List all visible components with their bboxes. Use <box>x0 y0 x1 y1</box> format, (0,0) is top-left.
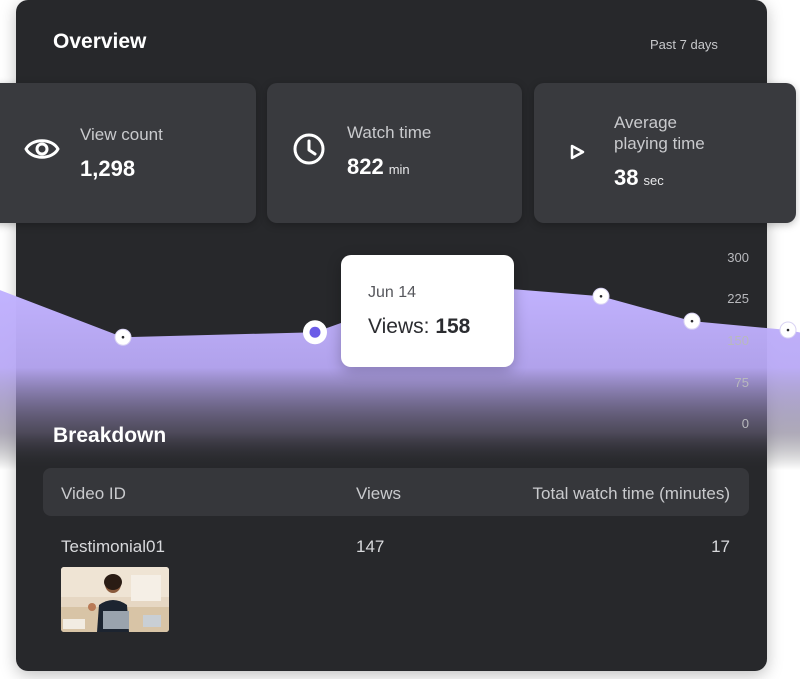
video-id-cell: Testimonial01 <box>61 537 165 556</box>
y-tick-label: 300 <box>727 250 749 265</box>
table-header: Video ID Views Total watch time (minutes… <box>43 468 749 516</box>
chart-tooltip: Jun 14 Views: 158 <box>341 255 514 367</box>
column-header-video-id[interactable]: Video ID <box>61 484 126 504</box>
column-header-watch-time[interactable]: Total watch time (minutes) <box>533 484 730 504</box>
y-tick-label: 150 <box>727 333 749 348</box>
video-thumbnail[interactable] <box>61 567 169 632</box>
tooltip-views: Views: 158 <box>368 315 471 338</box>
stat-unit: min <box>388 162 410 177</box>
stat-card-watch-time: Watch time 822 min <box>267 83 522 223</box>
y-tick-label: 75 <box>734 375 749 390</box>
column-header-views[interactable]: Views <box>356 484 401 504</box>
stat-label: Watch time <box>347 123 432 142</box>
data-point-center <box>690 319 694 323</box>
stat-card-average-playing-time: Average playing time 38 sec <box>534 83 796 223</box>
stat-card-view-count: View count 1,298 <box>0 83 256 223</box>
stat-label: Average playing time <box>614 113 705 153</box>
stat-value: 38 sec <box>614 165 664 190</box>
stat-value: 1,298 <box>80 156 136 181</box>
clock-icon <box>292 132 326 171</box>
eye-icon <box>24 135 60 168</box>
tooltip-date: Jun 14 <box>368 284 417 301</box>
play-icon <box>568 143 586 166</box>
views-cell: 147 <box>356 537 385 556</box>
data-point-center <box>121 335 125 339</box>
y-tick-label: 225 <box>727 291 749 306</box>
data-point-center <box>786 328 790 332</box>
watch-time-cell: 17 <box>711 537 730 556</box>
stat-unit: sec <box>643 173 664 188</box>
y-tick-label: 0 <box>741 416 749 431</box>
breakdown-title: Breakdown <box>53 424 167 447</box>
data-point-center <box>599 294 603 298</box>
data-point-highlighted-center <box>309 326 321 338</box>
stat-value: 822 min <box>347 154 410 179</box>
stat-label: View count <box>80 125 163 144</box>
